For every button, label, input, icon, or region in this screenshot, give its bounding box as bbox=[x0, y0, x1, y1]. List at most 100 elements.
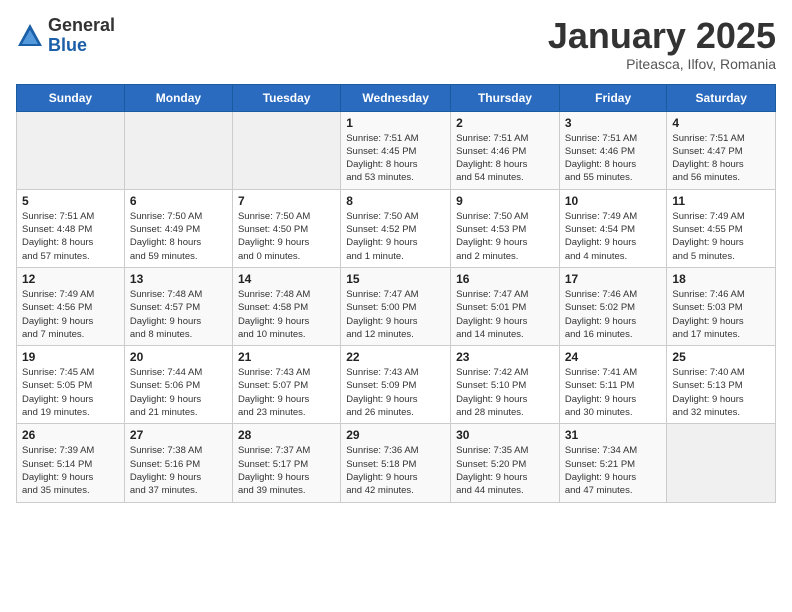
day-number: 26 bbox=[22, 428, 119, 442]
day-number: 16 bbox=[456, 272, 554, 286]
calendar-cell: 5Sunrise: 7:51 AM Sunset: 4:48 PM Daylig… bbox=[17, 189, 125, 267]
weekday-header-wednesday: Wednesday bbox=[341, 84, 451, 111]
day-info: Sunrise: 7:46 AM Sunset: 5:02 PM Dayligh… bbox=[565, 288, 662, 341]
day-info: Sunrise: 7:45 AM Sunset: 5:05 PM Dayligh… bbox=[22, 366, 119, 419]
day-number: 11 bbox=[672, 194, 770, 208]
month-title: January 2025 bbox=[548, 16, 776, 56]
calendar-table: SundayMondayTuesdayWednesdayThursdayFrid… bbox=[16, 84, 776, 503]
day-info: Sunrise: 7:51 AM Sunset: 4:47 PM Dayligh… bbox=[672, 132, 770, 185]
calendar-cell: 11Sunrise: 7:49 AM Sunset: 4:55 PM Dayli… bbox=[667, 189, 776, 267]
day-info: Sunrise: 7:35 AM Sunset: 5:20 PM Dayligh… bbox=[456, 444, 554, 497]
day-info: Sunrise: 7:36 AM Sunset: 5:18 PM Dayligh… bbox=[346, 444, 445, 497]
calendar-cell: 9Sunrise: 7:50 AM Sunset: 4:53 PM Daylig… bbox=[451, 189, 560, 267]
logo-general-label: General bbox=[48, 16, 115, 36]
day-number: 7 bbox=[238, 194, 335, 208]
calendar-cell: 8 Sunrise: 7:50 AM Sunset: 4:52 PM Daylig… bbox=[341, 189, 451, 267]
calendar-week-row: 26 Sunrise: 7:39 AM Sunset: 5:14 PM Dayli… bbox=[17, 424, 776, 502]
day-info: Sunrise: 7:38 AM Sunset: 5:16 PM Dayligh… bbox=[130, 444, 227, 497]
day-number: 30 bbox=[456, 428, 554, 442]
day-number: 10 bbox=[565, 194, 662, 208]
title-block: January 2025 Piteasca, Ilfov, Romania bbox=[548, 16, 776, 72]
calendar-cell: 19 Sunrise: 7:45 AM Sunset: 5:05 PM Dayli… bbox=[17, 346, 125, 424]
day-number: 24 bbox=[565, 350, 662, 364]
day-number: 29 bbox=[346, 428, 445, 442]
day-number: 23 bbox=[456, 350, 554, 364]
calendar-cell: 25 Sunrise: 7:40 AM Sunset: 5:13 PM Dayli… bbox=[667, 346, 776, 424]
calendar-cell: 21Sunrise: 7:43 AM Sunset: 5:07 PM Dayli… bbox=[232, 346, 340, 424]
day-number: 2 bbox=[456, 116, 554, 130]
calendar-cell: 20Sunrise: 7:44 AM Sunset: 5:06 PM Dayli… bbox=[124, 346, 232, 424]
calendar-cell: 28Sunrise: 7:37 AM Sunset: 5:17 PM Dayli… bbox=[232, 424, 340, 502]
day-number: 12 bbox=[22, 272, 119, 286]
day-info: Sunrise: 7:39 AM Sunset: 5:14 PM Dayligh… bbox=[22, 444, 119, 497]
day-number: 17 bbox=[565, 272, 662, 286]
calendar-cell: 12Sunrise: 7:49 AM Sunset: 4:56 PM Dayli… bbox=[17, 267, 125, 345]
day-info: Sunrise: 7:34 AM Sunset: 5:21 PM Dayligh… bbox=[565, 444, 662, 497]
calendar-cell: 30 Sunrise: 7:35 AM Sunset: 5:20 PM Dayli… bbox=[451, 424, 560, 502]
day-info: Sunrise: 7:43 AM Sunset: 5:09 PM Dayligh… bbox=[346, 366, 445, 419]
day-number: 13 bbox=[130, 272, 227, 286]
day-number: 22 bbox=[346, 350, 445, 364]
calendar-week-row: 19 Sunrise: 7:45 AM Sunset: 5:05 PM Dayli… bbox=[17, 346, 776, 424]
day-info: Sunrise: 7:47 AM Sunset: 5:00 PM Dayligh… bbox=[346, 288, 445, 341]
day-info: Sunrise: 7:44 AM Sunset: 5:06 PM Dayligh… bbox=[130, 366, 227, 419]
calendar-cell: 15 Sunrise: 7:47 AM Sunset: 5:00 PM Dayli… bbox=[341, 267, 451, 345]
calendar-cell: 6 Sunrise: 7:50 AM Sunset: 4:49 PM Daylig… bbox=[124, 189, 232, 267]
logo-blue-label: Blue bbox=[48, 36, 115, 56]
day-number: 27 bbox=[130, 428, 227, 442]
day-info: Sunrise: 7:48 AM Sunset: 4:57 PM Dayligh… bbox=[130, 288, 227, 341]
calendar-cell bbox=[17, 111, 125, 189]
day-info: Sunrise: 7:42 AM Sunset: 5:10 PM Dayligh… bbox=[456, 366, 554, 419]
calendar-cell: 31 Sunrise: 7:34 AM Sunset: 5:21 PM Dayli… bbox=[559, 424, 667, 502]
day-number: 1 bbox=[346, 116, 445, 130]
day-number: 6 bbox=[130, 194, 227, 208]
day-info: Sunrise: 7:40 AM Sunset: 5:13 PM Dayligh… bbox=[672, 366, 770, 419]
weekday-header-monday: Monday bbox=[124, 84, 232, 111]
day-number: 9 bbox=[456, 194, 554, 208]
day-info: Sunrise: 7:37 AM Sunset: 5:17 PM Dayligh… bbox=[238, 444, 335, 497]
calendar-cell: 22 Sunrise: 7:43 AM Sunset: 5:09 PM Dayli… bbox=[341, 346, 451, 424]
calendar-cell: 18Sunrise: 7:46 AM Sunset: 5:03 PM Dayli… bbox=[667, 267, 776, 345]
day-number: 25 bbox=[672, 350, 770, 364]
day-number: 31 bbox=[565, 428, 662, 442]
day-number: 15 bbox=[346, 272, 445, 286]
weekday-header-saturday: Saturday bbox=[667, 84, 776, 111]
calendar-cell: 29 Sunrise: 7:36 AM Sunset: 5:18 PM Dayli… bbox=[341, 424, 451, 502]
day-number: 14 bbox=[238, 272, 335, 286]
day-number: 3 bbox=[565, 116, 662, 130]
calendar-cell: 2 Sunrise: 7:51 AM Sunset: 4:46 PM Daylig… bbox=[451, 111, 560, 189]
day-info: Sunrise: 7:48 AM Sunset: 4:58 PM Dayligh… bbox=[238, 288, 335, 341]
calendar-cell bbox=[667, 424, 776, 502]
calendar-cell bbox=[232, 111, 340, 189]
day-info: Sunrise: 7:50 AM Sunset: 4:52 PM Dayligh… bbox=[346, 210, 445, 263]
day-info: Sunrise: 7:49 AM Sunset: 4:54 PM Dayligh… bbox=[565, 210, 662, 263]
calendar-cell: 27 Sunrise: 7:38 AM Sunset: 5:16 PM Dayli… bbox=[124, 424, 232, 502]
calendar-cell: 16 Sunrise: 7:47 AM Sunset: 5:01 PM Dayli… bbox=[451, 267, 560, 345]
calendar-cell: 14 Sunrise: 7:48 AM Sunset: 4:58 PM Dayli… bbox=[232, 267, 340, 345]
day-info: Sunrise: 7:50 AM Sunset: 4:49 PM Dayligh… bbox=[130, 210, 227, 263]
calendar-week-row: 1Sunrise: 7:51 AM Sunset: 4:45 PM Daylig… bbox=[17, 111, 776, 189]
weekday-header-row: SundayMondayTuesdayWednesdayThursdayFrid… bbox=[17, 84, 776, 111]
location-subtitle: Piteasca, Ilfov, Romania bbox=[548, 56, 776, 72]
weekday-header-tuesday: Tuesday bbox=[232, 84, 340, 111]
page-header: General Blue January 2025 Piteasca, Ilfo… bbox=[16, 16, 776, 72]
calendar-cell: 7 Sunrise: 7:50 AM Sunset: 4:50 PM Daylig… bbox=[232, 189, 340, 267]
day-info: Sunrise: 7:46 AM Sunset: 5:03 PM Dayligh… bbox=[672, 288, 770, 341]
day-info: Sunrise: 7:51 AM Sunset: 4:46 PM Dayligh… bbox=[456, 132, 554, 185]
weekday-header-sunday: Sunday bbox=[17, 84, 125, 111]
day-info: Sunrise: 7:47 AM Sunset: 5:01 PM Dayligh… bbox=[456, 288, 554, 341]
day-number: 19 bbox=[22, 350, 119, 364]
calendar-cell bbox=[124, 111, 232, 189]
day-info: Sunrise: 7:41 AM Sunset: 5:11 PM Dayligh… bbox=[565, 366, 662, 419]
logo: General Blue bbox=[16, 16, 115, 56]
weekday-header-thursday: Thursday bbox=[451, 84, 560, 111]
calendar-cell: 1Sunrise: 7:51 AM Sunset: 4:45 PM Daylig… bbox=[341, 111, 451, 189]
calendar-cell: 26 Sunrise: 7:39 AM Sunset: 5:14 PM Dayli… bbox=[17, 424, 125, 502]
day-number: 8 bbox=[346, 194, 445, 208]
calendar-cell: 17 Sunrise: 7:46 AM Sunset: 5:02 PM Dayli… bbox=[559, 267, 667, 345]
day-number: 21 bbox=[238, 350, 335, 364]
weekday-header-friday: Friday bbox=[559, 84, 667, 111]
logo-text: General Blue bbox=[48, 16, 115, 56]
calendar-cell: 24 Sunrise: 7:41 AM Sunset: 5:11 PM Dayli… bbox=[559, 346, 667, 424]
day-info: Sunrise: 7:50 AM Sunset: 4:50 PM Dayligh… bbox=[238, 210, 335, 263]
